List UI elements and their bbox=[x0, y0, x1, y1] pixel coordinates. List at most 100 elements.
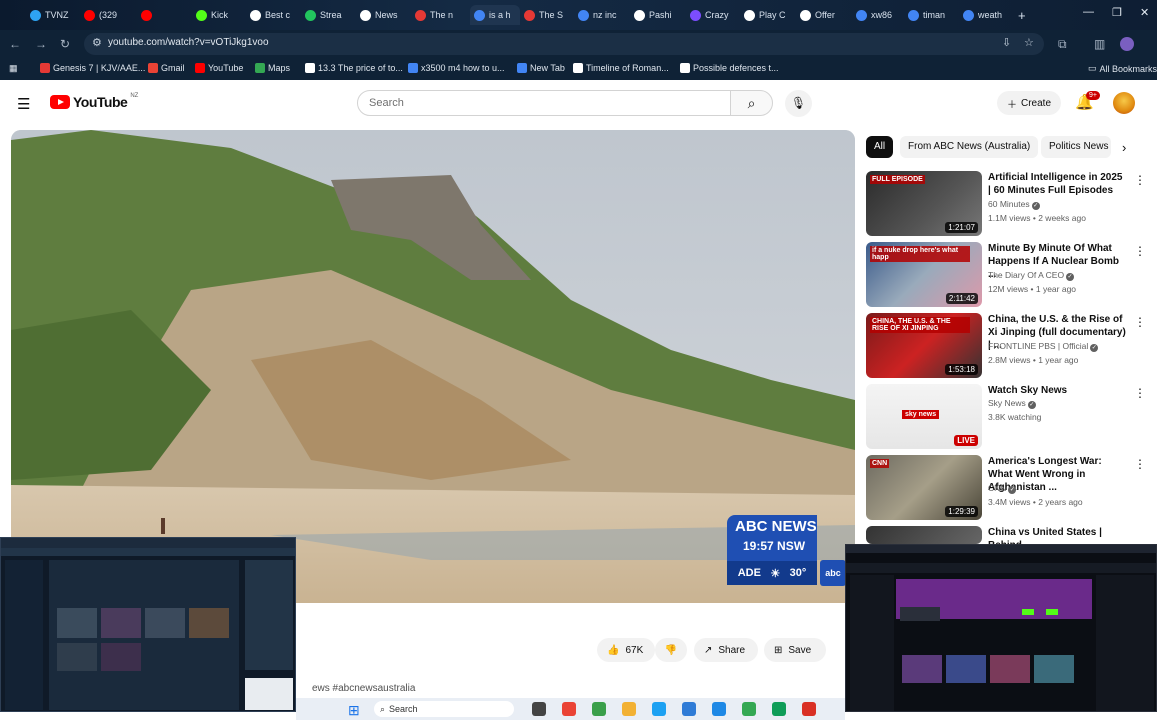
bookmark-item[interactable]: Genesis 7 | KJV/AAE... bbox=[40, 63, 145, 73]
browser-tab[interactable]: nz inc bbox=[578, 5, 628, 25]
minimize-window-button[interactable]: — bbox=[1083, 6, 1094, 18]
save-button[interactable]: ⊞ Save bbox=[764, 638, 826, 662]
browser-tab[interactable]: Crazy bbox=[690, 5, 740, 25]
create-button[interactable]: ＋ Create bbox=[997, 91, 1061, 115]
bookmark-item[interactable]: Gmail bbox=[148, 63, 185, 73]
like-button[interactable]: 👍 67K bbox=[597, 638, 655, 662]
recommendation-item[interactable]: if a nuke drop here's what happ 2:11:42 Mi… bbox=[866, 242, 1151, 308]
dislike-button[interactable]: 👎 bbox=[655, 638, 687, 662]
sidepanel-icon[interactable]: ▥ bbox=[1094, 37, 1105, 51]
chip-politics-news[interactable]: Politics News bbox=[1041, 136, 1111, 158]
browser-tab[interactable]: Strea bbox=[305, 5, 355, 25]
account-avatar[interactable] bbox=[1113, 92, 1135, 114]
address-bar[interactable]: ⚙ youtube.com/watch?v=vOTiJkg1voo ⇩ ☆ bbox=[84, 33, 1044, 55]
thumbnail-caption: if a nuke drop here's what happ bbox=[870, 246, 970, 262]
site-info-icon[interactable]: ⚙ bbox=[92, 36, 102, 49]
bookmark-item[interactable]: YouTube bbox=[195, 63, 243, 73]
edge-icon[interactable] bbox=[652, 702, 666, 716]
bookmark-item[interactable]: Maps bbox=[255, 63, 290, 73]
bookmark-item[interactable]: Timeline of Roman... bbox=[573, 63, 669, 73]
windows-start-icon[interactable]: ⊞ bbox=[348, 702, 360, 719]
more-actions-icon[interactable]: ⋮ bbox=[1134, 315, 1146, 329]
browser-tab[interactable]: weath bbox=[963, 5, 1013, 25]
search-input[interactable]: Search bbox=[357, 90, 731, 116]
task-view-icon[interactable] bbox=[532, 702, 546, 716]
profile-avatar[interactable] bbox=[1120, 37, 1134, 51]
app-icon[interactable] bbox=[802, 702, 816, 716]
browser-tab[interactable]: Play C bbox=[744, 5, 794, 25]
recommendation-item[interactable]: FULL EPISODE 1:21:07 Artificial Intelligen… bbox=[866, 171, 1151, 237]
browser-tab[interactable]: The n bbox=[415, 5, 465, 25]
video-thumbnail[interactable]: FULL EPISODE 1:21:07 bbox=[866, 171, 982, 236]
video-thumbnail[interactable]: CHINA, THE U.S. & THE RISE OF XI JINPING… bbox=[866, 313, 982, 378]
voice-search-button[interactable]: 🎙 bbox=[785, 90, 812, 117]
browser-tab[interactable] bbox=[141, 5, 191, 25]
maximize-window-button[interactable]: ❐ bbox=[1112, 6, 1122, 19]
chevron-right-icon[interactable]: › bbox=[1122, 140, 1126, 155]
chip-all[interactable]: All bbox=[866, 136, 894, 158]
video-thumbnail[interactable]: if a nuke drop here's what happ 2:11:42 bbox=[866, 242, 982, 307]
share-button[interactable]: ↗ Share bbox=[694, 638, 758, 662]
app-icon[interactable] bbox=[772, 702, 786, 716]
more-actions-icon[interactable]: ⋮ bbox=[1134, 457, 1146, 471]
browser-tab[interactable]: Pashi bbox=[634, 5, 684, 25]
channel-name[interactable]: The Diary Of A CEO ✓ bbox=[988, 270, 1075, 281]
recommendation-item[interactable]: China vs United States | Behind bbox=[866, 526, 1151, 551]
install-app-icon[interactable]: ⇩ bbox=[1002, 36, 1011, 49]
browser-tab[interactable]: TVNZ bbox=[30, 5, 80, 25]
recommendation-item[interactable]: CNN 1:29:39 America's Longest War: What We… bbox=[866, 455, 1151, 521]
video-title[interactable]: Watch Sky News bbox=[988, 384, 1128, 397]
youtube-logo[interactable]: YouTube NZ bbox=[50, 93, 138, 110]
bookmark-item[interactable]: New Tab bbox=[517, 63, 565, 73]
back-icon[interactable]: ← bbox=[9, 37, 21, 51]
chip-from-abc-news[interactable]: From ABC News (Australia) bbox=[900, 136, 1039, 158]
bookmark-item[interactable]: 13.3 The price of to... bbox=[305, 63, 403, 73]
browser-tab[interactable]: News bbox=[360, 5, 410, 25]
description-hashtags[interactable]: ews #abcnewsaustralia bbox=[312, 683, 415, 694]
close-window-button[interactable]: ✕ bbox=[1140, 6, 1149, 19]
more-actions-icon[interactable]: ⋮ bbox=[1134, 244, 1146, 258]
bookmark-item[interactable]: x3500 m4 how to u... bbox=[408, 63, 505, 73]
browser-tab[interactable]: is a h bbox=[470, 5, 520, 25]
duration-badge: 1:53:18 bbox=[945, 364, 978, 375]
app-icon[interactable] bbox=[592, 702, 606, 716]
video-thumbnail[interactable] bbox=[866, 526, 982, 544]
app-icon[interactable] bbox=[712, 702, 726, 716]
video-title[interactable]: Artificial Intelligence in 2025 | 60 Min… bbox=[988, 171, 1128, 197]
browser-tab[interactable]: The S bbox=[524, 5, 574, 25]
url-text[interactable]: youtube.com/watch?v=vOTiJkg1voo bbox=[108, 37, 269, 48]
chrome-icon[interactable] bbox=[562, 702, 576, 716]
browser-tab[interactable]: Best c bbox=[250, 5, 300, 25]
more-actions-icon[interactable]: ⋮ bbox=[1134, 386, 1146, 400]
app-icon[interactable] bbox=[742, 702, 756, 716]
channel-name[interactable]: CNN ✓ bbox=[988, 483, 1017, 494]
browser-tab[interactable]: Offer bbox=[800, 5, 850, 25]
app-icon[interactable] bbox=[682, 702, 696, 716]
recommendation-item[interactable]: sky news LIVE Watch Sky News Sky News ✓ 3.8K … bbox=[866, 384, 1151, 450]
file-explorer-icon[interactable] bbox=[622, 702, 636, 716]
bookmark-item[interactable]: Possible defences t... bbox=[680, 63, 779, 73]
channel-name[interactable]: 60 Minutes ✓ bbox=[988, 199, 1040, 210]
new-tab-button[interactable]: + bbox=[1018, 5, 1026, 25]
recommendation-item[interactable]: CHINA, THE U.S. & THE RISE OF XI JINPING… bbox=[866, 313, 1151, 379]
channel-name[interactable]: FRONTLINE PBS | Official ✓ bbox=[988, 341, 1099, 352]
taskbar-search[interactable]: ⌕ Search bbox=[374, 701, 514, 717]
search-button[interactable]: ⌕ bbox=[730, 90, 773, 116]
channel-name[interactable]: Sky News ✓ bbox=[988, 398, 1036, 409]
favicon-icon bbox=[415, 9, 426, 21]
menu-icon[interactable]: ☰ bbox=[17, 95, 30, 113]
more-actions-icon[interactable]: ⋮ bbox=[1134, 173, 1146, 187]
reload-icon[interactable]: ↻ bbox=[60, 37, 70, 51]
apps-grid-icon[interactable]: ▦ bbox=[9, 63, 18, 74]
browser-tab[interactable]: timan bbox=[908, 5, 958, 25]
browser-tab[interactable]: Kick bbox=[196, 5, 246, 25]
bookmark-star-icon[interactable]: ☆ bbox=[1024, 36, 1034, 49]
abc-logo: abc bbox=[820, 560, 846, 586]
video-thumbnail[interactable]: CNN 1:29:39 bbox=[866, 455, 982, 520]
forward-icon[interactable]: → bbox=[35, 37, 47, 51]
browser-tab[interactable]: (329 bbox=[84, 5, 134, 25]
video-thumbnail[interactable]: sky news LIVE bbox=[866, 384, 982, 449]
all-bookmarks-link[interactable]: ▭ All Bookmarks bbox=[1088, 63, 1157, 74]
extensions-icon[interactable]: ⧉ bbox=[1058, 37, 1067, 52]
browser-tab[interactable]: xw86 bbox=[856, 5, 906, 25]
